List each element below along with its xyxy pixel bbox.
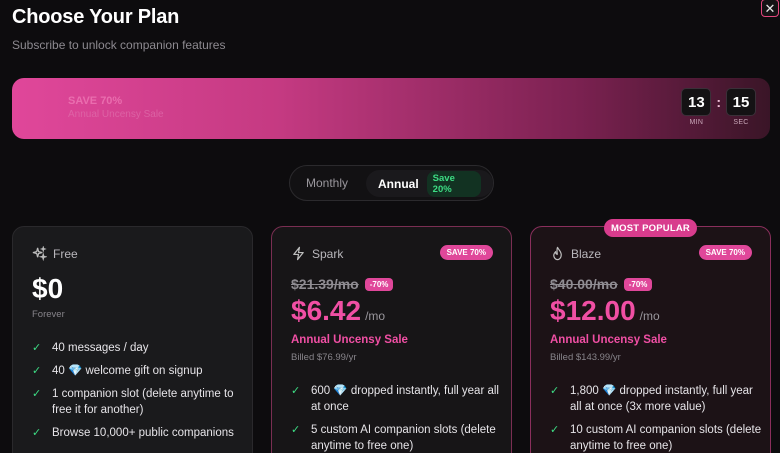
timer-minutes-label: MIN: [689, 119, 704, 126]
billing-toggle: Monthly Annual Save 20%: [289, 165, 494, 201]
lightning-icon: [291, 246, 306, 261]
plan-card-blaze[interactable]: Blaze SAVE 70% $40.00/mo -70% $12.00 /mo…: [530, 226, 771, 453]
feature-item: ✓ 1,800 💎 dropped instantly, full year al…: [550, 385, 753, 413]
page-title: Choose Your Plan: [12, 6, 180, 28]
feature-list: ✓ 1,800 💎 dropped instantly, full year al…: [550, 383, 762, 453]
toggle-monthly[interactable]: Monthly: [306, 176, 348, 190]
old-price: $21.39/mo: [291, 276, 359, 292]
plan-price: $12.00: [550, 295, 636, 326]
close-button[interactable]: ✕: [761, 0, 779, 17]
check-icon: ✓: [32, 427, 42, 439]
check-icon: ✓: [291, 385, 301, 397]
feature-item: ✓ Browse 10,000+ public companions: [32, 427, 234, 439]
toggle-annual-label: Annual: [378, 176, 419, 191]
save-badge: SAVE 70%: [698, 245, 752, 260]
timer-seconds-label: SEC: [733, 119, 749, 126]
billed-text: Billed $143.99/yr: [550, 352, 621, 363]
plan-name: Blaze: [571, 246, 602, 261]
old-price-row: $21.39/mo -70%: [291, 276, 394, 292]
flame-icon: [550, 246, 565, 261]
close-icon: ✕: [764, 0, 776, 16]
feature-item: ✓ 600 💎 dropped instantly, full year all …: [291, 385, 499, 413]
plan-name: Spark: [312, 246, 344, 261]
check-icon: ✓: [550, 385, 560, 397]
sparkles-icon: [32, 245, 48, 262]
price-row: $6.42 /mo: [291, 295, 385, 327]
timer-seconds: 15 SEC: [726, 88, 756, 126]
plan-card-spark[interactable]: Spark SAVE 70% $21.39/mo -70% $6.42 /mo …: [271, 226, 512, 453]
timer-minutes-value: 13: [681, 88, 712, 116]
check-icon: ✓: [32, 365, 42, 377]
plan-period: Forever: [32, 309, 65, 320]
timer-seconds-value: 15: [726, 88, 756, 116]
save-badge: SAVE 70%: [439, 245, 493, 260]
plan-price: $6.42: [291, 295, 362, 326]
check-icon: ✓: [550, 424, 560, 436]
feature-item: ✓ 40 💎 welcome gift on signup: [32, 365, 203, 377]
annual-save-badge: Save 20%: [426, 170, 481, 197]
feature-item: ✓ 1 companion slot (delete anytime to fre…: [32, 388, 234, 416]
timer-separator: :: [716, 94, 721, 110]
countdown-timer: 13 MIN : 15 SEC: [681, 88, 756, 126]
promo-banner: SAVE 70% Annual Uncensy Sale 13 MIN : 15…: [12, 78, 770, 139]
most-popular-badge: MOST POPULAR: [604, 219, 697, 237]
discount-badge: -70%: [623, 277, 653, 291]
discount-badge: -70%: [364, 277, 394, 291]
feature-item: ✓ 10 custom AI companion slots (delete an…: [550, 424, 762, 452]
plan-header: Blaze: [550, 246, 601, 261]
check-icon: ✓: [291, 424, 301, 436]
banner-subline: Annual Uncensy Sale: [68, 109, 164, 120]
feature-list: ✓ 600 💎 dropped instantly, full year all …: [291, 383, 503, 453]
plan-card-free[interactable]: Free $0 Forever ✓ 40 messages / day ✓ 40 💎…: [12, 226, 253, 453]
price-period: /mo: [639, 309, 660, 323]
feature-item: ✓ 40 messages / day: [32, 342, 149, 354]
plan-header: Free: [32, 245, 78, 262]
banner-text: SAVE 70% Annual Uncensy Sale: [68, 95, 164, 120]
sale-label: Annual Uncensy Sale: [291, 334, 408, 346]
plan-name: Free: [53, 246, 78, 261]
plan-price: $0: [32, 273, 64, 304]
plan-header: Spark: [291, 246, 343, 261]
old-price: $40.00/mo: [550, 276, 618, 292]
banner-headline: SAVE 70%: [68, 95, 123, 107]
sale-label: Annual Uncensy Sale: [550, 334, 667, 346]
price-period: /mo: [365, 309, 386, 323]
timer-minutes: 13 MIN: [681, 88, 712, 126]
feature-list: ✓ 40 messages / day ✓ 40 💎 welcome gift on…: [32, 340, 244, 448]
toggle-annual[interactable]: Annual Save 20%: [366, 170, 493, 197]
feature-item: ✓ 5 custom AI companion slots (delete any…: [291, 424, 496, 452]
old-price-row: $40.00/mo -70%: [550, 276, 653, 292]
check-icon: ✓: [32, 342, 42, 354]
billed-text: Billed $76.99/yr: [291, 352, 357, 363]
page-subtitle: Subscribe to unlock companion features: [12, 38, 226, 52]
check-icon: ✓: [32, 388, 42, 400]
price-row: $12.00 /mo: [550, 295, 660, 327]
